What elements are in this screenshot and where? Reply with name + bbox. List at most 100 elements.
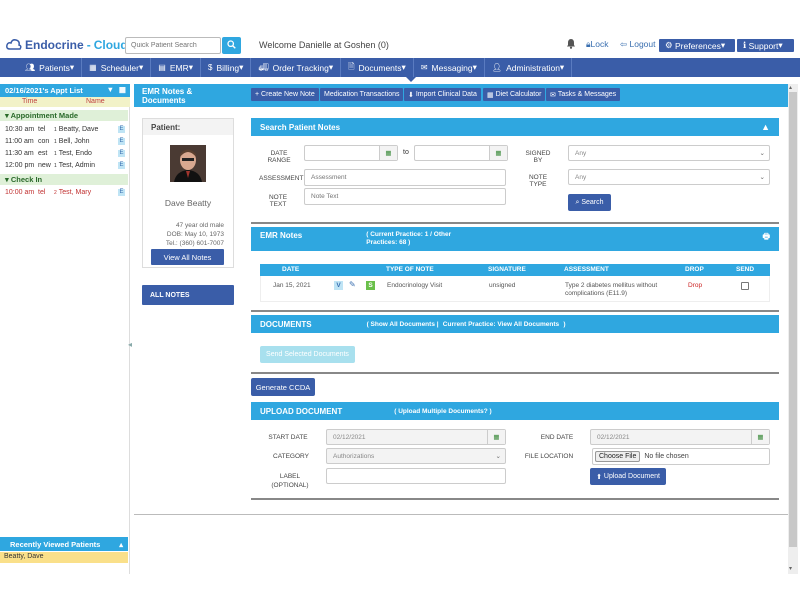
scrollbar-thumb[interactable] bbox=[789, 92, 797, 547]
assessment-input[interactable] bbox=[304, 169, 506, 186]
nav-label: EMR bbox=[169, 62, 189, 73]
divider bbox=[251, 372, 779, 374]
signed-by-label: SIGNED BY bbox=[525, 150, 551, 164]
note-type-select[interactable]: Any ⌄ bbox=[568, 169, 770, 185]
import-clinical-data-button[interactable]: ⬇ Import Clinical Data bbox=[404, 88, 481, 101]
date-range-label: DATE RANGE bbox=[267, 150, 291, 164]
list-item[interactable]: 12:00 pm new 1 Test, Admin E bbox=[0, 160, 128, 171]
bell-icon[interactable] bbox=[566, 38, 576, 51]
calendar-icon[interactable]: ▦ bbox=[751, 430, 769, 444]
tasks-messages-button[interactable]: ✉ Tasks & Messages bbox=[546, 88, 621, 101]
logout-link[interactable]: ⇦ Logout bbox=[620, 39, 655, 50]
section-appointment-made[interactable]: ▾ Appointment Made bbox=[0, 110, 128, 121]
nav-scheduler[interactable]: ▦ Scheduler ▾ bbox=[82, 58, 152, 77]
search-notes-header[interactable]: Search Patient Notes ▲ bbox=[251, 118, 779, 136]
scroll-up-icon[interactable]: ▴ bbox=[789, 84, 792, 91]
list-item[interactable]: 10:30 am tel 1 Beatty, Dave E bbox=[0, 124, 128, 135]
list-item[interactable]: 11:30 am est 1 Test, Endo E bbox=[0, 148, 128, 159]
drop-link[interactable]: Drop bbox=[688, 282, 702, 289]
upload-document-button[interactable]: ⬆ Upload Document bbox=[590, 468, 666, 485]
generate-ccda-button[interactable]: Generate CCDA bbox=[251, 378, 315, 396]
label-input[interactable] bbox=[326, 468, 506, 484]
signed-by-select[interactable]: Any ⌄ bbox=[568, 145, 770, 161]
list-item[interactable]: 11:00 am con 1 Bell, John E bbox=[0, 136, 128, 147]
search-notes-button[interactable]: ⌕ Search bbox=[568, 194, 611, 211]
section-sub[interactable]: ( Current Practice: 1 / Other Practices:… bbox=[366, 231, 476, 247]
support-label: Support bbox=[748, 40, 779, 51]
col-signature: SIGNATURE bbox=[488, 266, 526, 273]
choose-file-button[interactable]: Choose File bbox=[595, 451, 641, 462]
col-drop: DROP bbox=[685, 266, 704, 273]
nav-messaging[interactable]: ✉ Messaging ▾ bbox=[414, 58, 485, 77]
collapse-sidebar-icon[interactable]: ◂ bbox=[128, 340, 132, 349]
note-text-input[interactable] bbox=[304, 188, 506, 205]
button-label: Import Clinical Data bbox=[415, 91, 477, 98]
category-select[interactable]: Authorizations ⌄ bbox=[326, 448, 506, 464]
start-date-input[interactable]: 02/12/2021 ▦ bbox=[326, 429, 506, 445]
calendar-icon[interactable]: ▦ bbox=[489, 146, 507, 160]
appt-name: Bell, John bbox=[58, 138, 90, 145]
e-badge-icon[interactable]: E bbox=[118, 189, 125, 196]
nav-administration[interactable]: 👤︎ Administration ▾ bbox=[485, 58, 573, 77]
lock-link[interactable]: 🔒︎Lock bbox=[586, 39, 609, 50]
date-to-input[interactable]: ▦ bbox=[414, 145, 508, 161]
end-date-input[interactable]: 02/12/2021 ▦ bbox=[590, 429, 770, 445]
file-input[interactable]: Choose File No file chosen bbox=[592, 448, 770, 465]
all-notes-button[interactable]: ALL NOTES bbox=[142, 285, 234, 305]
print-icon[interactable]: 🖶︎ bbox=[762, 231, 770, 245]
e-badge-icon[interactable]: E bbox=[118, 138, 125, 145]
nav-order-tracking[interactable]: 🚚︎ Order Tracking ▾ bbox=[251, 58, 342, 77]
create-new-note-button[interactable]: + Create New Note bbox=[251, 88, 319, 101]
send-checkbox[interactable] bbox=[741, 282, 749, 290]
list-item[interactable]: 10:00 am tel 2 Test, Mary E bbox=[0, 187, 128, 198]
nav-emr[interactable]: ▤ EMR ▾ bbox=[151, 58, 202, 77]
appt-sup: 1 bbox=[54, 126, 57, 133]
patient-card-header: Patient: bbox=[143, 119, 233, 135]
quick-patient-search-input[interactable] bbox=[125, 37, 221, 54]
emr-notes-header: EMR Notes ( Current Practice: 1 / Other P… bbox=[251, 227, 779, 251]
send-selected-documents-button[interactable]: Send Selected Documents bbox=[260, 346, 355, 363]
show-all-documents-link[interactable]: ( Show All Documents | bbox=[367, 321, 439, 328]
e-badge-icon[interactable]: E bbox=[118, 150, 125, 157]
recent-patients-header[interactable]: Recently Viewed Patients ▴ bbox=[0, 537, 128, 551]
upload-multiple-link[interactable]: ( Upload Multiple Documents? ) bbox=[394, 408, 492, 415]
view-icon[interactable]: V bbox=[334, 281, 343, 290]
view-all-notes-button[interactable]: View All Notes bbox=[151, 249, 224, 265]
nav-label: Messaging bbox=[431, 62, 473, 73]
sub-close: ) bbox=[563, 320, 566, 328]
appt-type: new bbox=[38, 162, 51, 169]
filter-icon[interactable]: ▼ bbox=[107, 85, 114, 94]
welcome-text: Welcome Danielle at Goshen (0) bbox=[259, 40, 389, 50]
preferences-button[interactable]: ⚙ Preferences ▾ bbox=[659, 39, 735, 52]
calendar-icon[interactable]: ▦ bbox=[119, 85, 126, 94]
app-logo[interactable]: Endocrine - Cloud bbox=[6, 38, 128, 52]
support-button[interactable]: ℹ Support ▾ bbox=[737, 39, 794, 52]
e-badge-icon[interactable]: E bbox=[118, 126, 125, 133]
search-button[interactable] bbox=[222, 37, 241, 54]
recent-patient-item[interactable]: Beatty, Dave bbox=[0, 552, 128, 563]
scroll-down-icon[interactable]: ▾ bbox=[789, 565, 792, 572]
button-label: Search bbox=[581, 199, 604, 206]
nav-patients[interactable]: 👥︎ Patients ▾ bbox=[18, 58, 83, 77]
calendar-icon[interactable]: ▦ bbox=[379, 146, 397, 160]
calendar-icon[interactable]: ▦ bbox=[487, 430, 505, 444]
e-badge-icon[interactable]: E bbox=[118, 162, 125, 169]
edit-icon[interactable]: ✎ bbox=[349, 280, 356, 289]
table-row[interactable]: Jan 15, 2021 V ✎ S Endocrinology Visit u… bbox=[260, 276, 770, 302]
view-all-documents-link[interactable]: Current Practice: View All Documents bbox=[443, 321, 559, 328]
medication-transactions-button[interactable]: Medication Transactions bbox=[320, 88, 404, 101]
section-check-in[interactable]: ▾ Check In bbox=[0, 174, 128, 185]
nav-billing[interactable]: $ Billing ▾ bbox=[201, 58, 252, 77]
appt-type: con bbox=[38, 138, 50, 145]
label-optional-label: LABEL (OPTIONAL) bbox=[271, 473, 309, 489]
chevron-down-icon: ⌄ bbox=[759, 174, 765, 181]
nav-documents[interactable]: 🗎 Documents ▾ bbox=[341, 58, 414, 77]
appt-list-columns: Time Name bbox=[0, 97, 130, 107]
date-from-input[interactable]: ▦ bbox=[304, 145, 398, 161]
appt-sup: 1 bbox=[54, 138, 57, 145]
sign-icon[interactable]: S bbox=[366, 281, 375, 290]
note-signature: unsigned bbox=[489, 282, 516, 289]
appt-sup: 1 bbox=[54, 162, 57, 169]
patient-name: Dave Beatty bbox=[164, 198, 212, 208]
diet-calculator-button[interactable]: ▦ Diet Calculator bbox=[483, 88, 546, 101]
